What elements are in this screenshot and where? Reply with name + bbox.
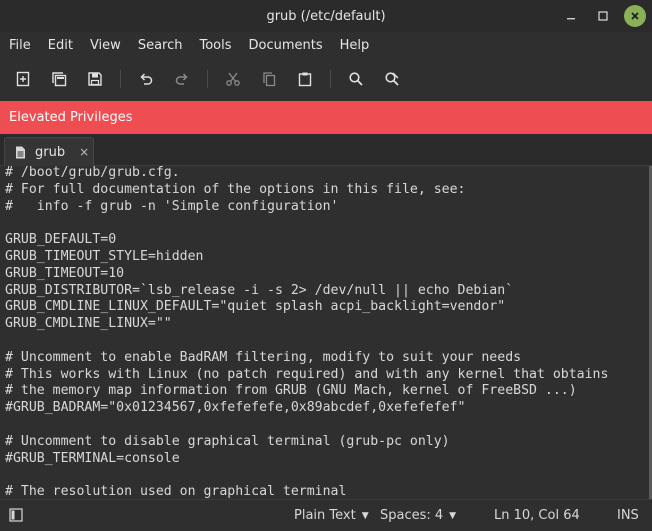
cursor-position: Ln 10, Col 64 <box>494 500 580 531</box>
code-line: GRUB_CMDLINE_LINUX="" <box>5 316 172 332</box>
code-line: GRUB_DEFAULT=0 <box>5 232 117 248</box>
code-line: # /boot/grub/grub.cfg. <box>5 166 180 180</box>
new-window-icon <box>52 72 67 87</box>
close-button[interactable] <box>624 5 646 27</box>
menu-documents[interactable]: Documents <box>240 38 331 53</box>
elevated-privileges-banner: Elevated Privileges <box>0 101 652 134</box>
cut-button[interactable] <box>215 63 251 95</box>
text-editor[interactable]: # /boot/grub/grub.cfg. # For full documen… <box>0 166 652 499</box>
tab-grub[interactable]: grub × <box>4 137 94 166</box>
tab-width-selector[interactable]: Spaces: 4 ▼ <box>380 500 456 531</box>
insert-mode[interactable]: INS <box>617 500 639 531</box>
menu-view[interactable]: View <box>81 38 129 53</box>
maximize-button[interactable] <box>592 5 614 27</box>
save-button[interactable] <box>77 63 113 95</box>
code-line: GRUB_CMDLINE_LINUX_DEFAULT="quiet splash… <box>5 299 506 315</box>
maximize-icon <box>598 11 608 21</box>
minimize-button[interactable] <box>560 5 582 27</box>
code-line: GRUB_TIMEOUT=10 <box>5 265 125 281</box>
redo-button[interactable] <box>164 63 200 95</box>
code-line: # This works with Linux (no patch requir… <box>5 366 609 382</box>
menu-bar: File Edit View Search Tools Documents He… <box>0 32 652 58</box>
code-line: # info -f grub -n 'Simple configuration' <box>5 198 339 214</box>
code-line: # For full documentation of the options … <box>5 181 466 197</box>
cursor-position-label: Ln 10, Col 64 <box>494 508 580 523</box>
window-controls <box>560 5 646 27</box>
undo-icon <box>140 73 153 85</box>
menu-tools[interactable]: Tools <box>190 38 239 53</box>
code-line: # The resolution used on graphical termi… <box>5 484 347 499</box>
code-line: # Uncomment to disable graphical termina… <box>5 433 450 449</box>
side-panel-toggle-icon[interactable] <box>9 508 23 522</box>
replace-icon <box>385 72 399 86</box>
document-icon <box>16 146 25 158</box>
paste-button[interactable] <box>287 63 323 95</box>
chevron-down-icon: ▼ <box>449 510 457 521</box>
copy-icon <box>263 72 276 87</box>
paste-icon <box>298 72 312 87</box>
menu-search[interactable]: Search <box>129 38 191 53</box>
minimize-icon <box>567 18 575 20</box>
language-label: Plain Text <box>294 508 356 523</box>
close-icon <box>631 12 639 20</box>
chevron-down-icon: ▼ <box>361 510 369 521</box>
replace-button[interactable] <box>374 63 410 95</box>
redo-icon <box>175 73 188 85</box>
search-icon <box>349 72 363 86</box>
insert-mode-label: INS <box>617 508 639 523</box>
copy-button[interactable] <box>251 63 287 95</box>
title-bar: grub (/etc/default) <box>0 0 652 32</box>
toolbar-separator <box>330 70 331 88</box>
window-title: grub (/etc/default) <box>266 8 386 24</box>
status-bar: Plain Text ▼ Spaces: 4 ▼ Ln 10, Col 64 I… <box>0 499 652 531</box>
search-button[interactable] <box>338 63 374 95</box>
language-selector[interactable]: Plain Text ▼ <box>294 500 369 531</box>
code-line: # Uncomment to enable BadRAM filtering, … <box>5 349 522 365</box>
code-line: GRUB_DISTRIBUTOR=`lsb_release -i -s 2> /… <box>5 282 514 298</box>
toolbar-separator <box>120 70 121 88</box>
code-line: # the memory map information from GRUB (… <box>5 383 577 399</box>
tab-width-label: Spaces: 4 <box>380 508 444 523</box>
menu-help[interactable]: Help <box>331 38 378 53</box>
new-document-icon <box>16 71 30 87</box>
menu-edit[interactable]: Edit <box>39 38 81 53</box>
cut-icon <box>226 72 240 86</box>
banner-text: Elevated Privileges <box>9 110 133 125</box>
code-line: GRUB_TIMEOUT_STYLE=hidden <box>5 248 204 264</box>
tab-bar: grub × <box>0 134 652 166</box>
close-tab-icon[interactable]: × <box>79 145 89 159</box>
save-icon <box>88 72 102 86</box>
tab-label: grub <box>35 144 66 160</box>
toolbar-separator <box>207 70 208 88</box>
new-window-button[interactable] <box>41 63 77 95</box>
menu-file[interactable]: File <box>0 38 39 53</box>
undo-button[interactable] <box>128 63 164 95</box>
code-line: #GRUB_TERMINAL=console <box>5 450 180 466</box>
new-document-button[interactable] <box>5 63 41 95</box>
code-line: #GRUB_BADRAM="0x01234567,0xfefefefe,0x89… <box>5 400 466 416</box>
toolbar <box>0 58 652 100</box>
